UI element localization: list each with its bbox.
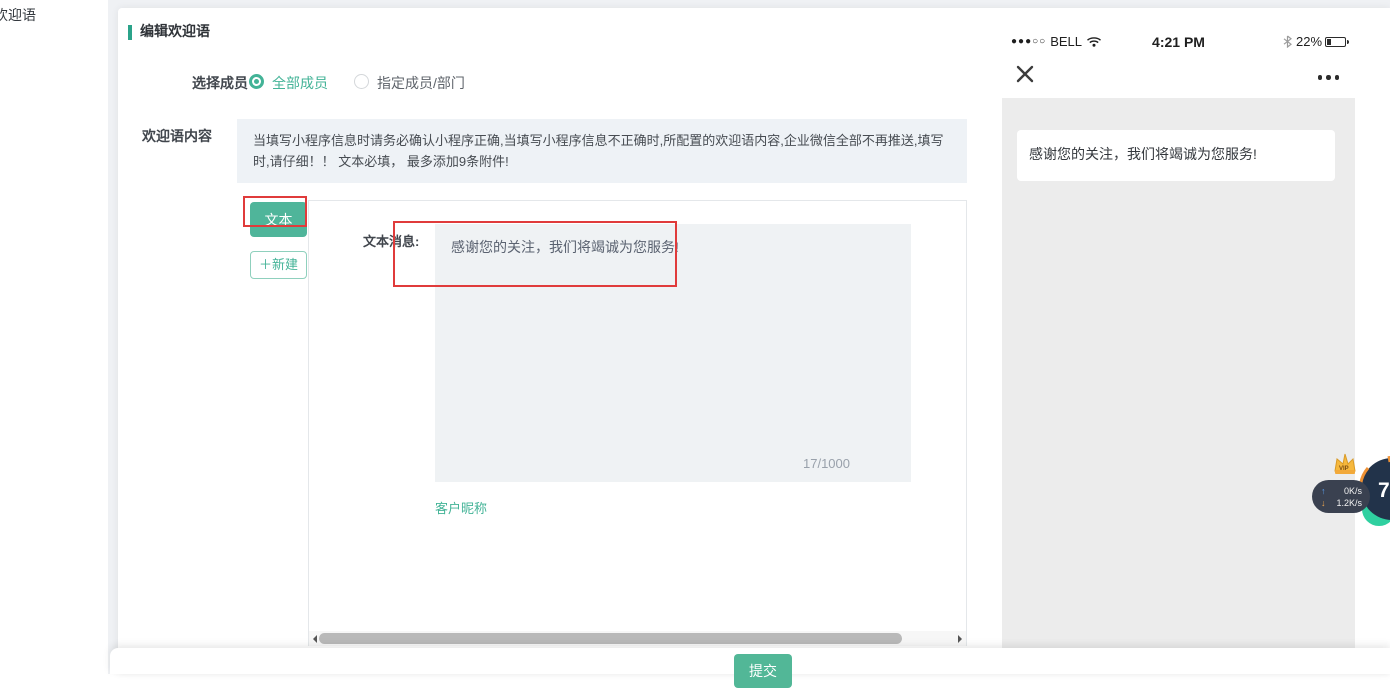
wifi-icon bbox=[1086, 36, 1102, 47]
text-message-input[interactable]: 感谢您的关注，我们将竭诚为您服务! bbox=[435, 224, 911, 482]
vip-crown-icon[interactable]: VIP bbox=[1331, 451, 1357, 477]
carrier-label: BELL bbox=[1050, 34, 1082, 49]
vip-label: VIP bbox=[1339, 466, 1349, 472]
close-icon[interactable] bbox=[1015, 64, 1035, 84]
upload-speed: 0K/s bbox=[1344, 486, 1362, 496]
more-menu-icon[interactable] bbox=[1318, 75, 1340, 80]
radio-specified-members-label[interactable]: 指定成员/部门 bbox=[377, 73, 465, 93]
upload-arrow-icon: ↑ bbox=[1321, 486, 1326, 496]
signal-strength-icon: ●●●○○ bbox=[1011, 36, 1046, 47]
radio-all-members[interactable] bbox=[249, 74, 264, 89]
battery-percent-label: 22% bbox=[1296, 34, 1322, 49]
horizontal-scrollbar[interactable] bbox=[309, 631, 966, 646]
bluetooth-icon bbox=[1283, 35, 1292, 48]
char-counter: 17/1000 bbox=[803, 456, 850, 471]
tab-text-attachment[interactable]: 文本 bbox=[250, 202, 307, 237]
welcome-message-bubble: 感谢您的关注，我们将竭诚为您服务! bbox=[1017, 130, 1335, 181]
phone-status-bar: ●●●○○ BELL 4:21 PM 22% bbox=[1002, 28, 1355, 55]
phone-preview: ●●●○○ BELL 4:21 PM 22% 感谢您的关注，我们将竭诚为您服务! bbox=[1002, 28, 1355, 648]
radio-ring bbox=[252, 77, 261, 86]
chat-area: 感谢您的关注，我们将竭诚为您服务! bbox=[1002, 98, 1355, 648]
text-message-label: 文本消息: bbox=[363, 231, 419, 250]
submit-button[interactable]: 提交 bbox=[734, 654, 792, 688]
download-arrow-icon: ↓ bbox=[1321, 498, 1326, 508]
download-speed: 1.2K/s bbox=[1336, 498, 1362, 508]
page-title: 编辑欢迎语 bbox=[140, 21, 210, 41]
insert-nickname-link[interactable]: 客户昵称 bbox=[435, 498, 487, 517]
gauge-score: 70 bbox=[1378, 479, 1390, 502]
sidebar-item-welcome-message[interactable]: 欢迎语 bbox=[0, 5, 36, 25]
scroll-left-arrow-icon[interactable] bbox=[309, 635, 317, 643]
scrollbar-thumb[interactable] bbox=[319, 633, 902, 644]
title-accent-bar bbox=[128, 25, 132, 40]
clock-label: 4:21 PM bbox=[1152, 34, 1205, 50]
radio-specified-members[interactable] bbox=[354, 74, 369, 89]
add-attachment-button[interactable]: ＋新建 bbox=[250, 251, 307, 279]
content-label: 欢迎语内容 bbox=[142, 126, 212, 146]
member-select-label: 选择成员 bbox=[192, 73, 248, 93]
radio-all-members-label[interactable]: 全部成员 bbox=[272, 73, 328, 93]
scroll-right-arrow-icon[interactable] bbox=[958, 635, 966, 643]
battery-icon bbox=[1325, 37, 1346, 47]
text-message-value: 感谢您的关注，我们将竭诚为您服务! bbox=[451, 239, 679, 255]
notice-box: 当填写小程序信息时请务必确认小程序正确,当填写小程序信息不正确时,所配置的欢迎语… bbox=[237, 119, 967, 183]
phone-nav-bar bbox=[1002, 55, 1355, 98]
network-speed-widget[interactable]: ↑ 0K/s ↓ 1.2K/s bbox=[1312, 480, 1370, 513]
